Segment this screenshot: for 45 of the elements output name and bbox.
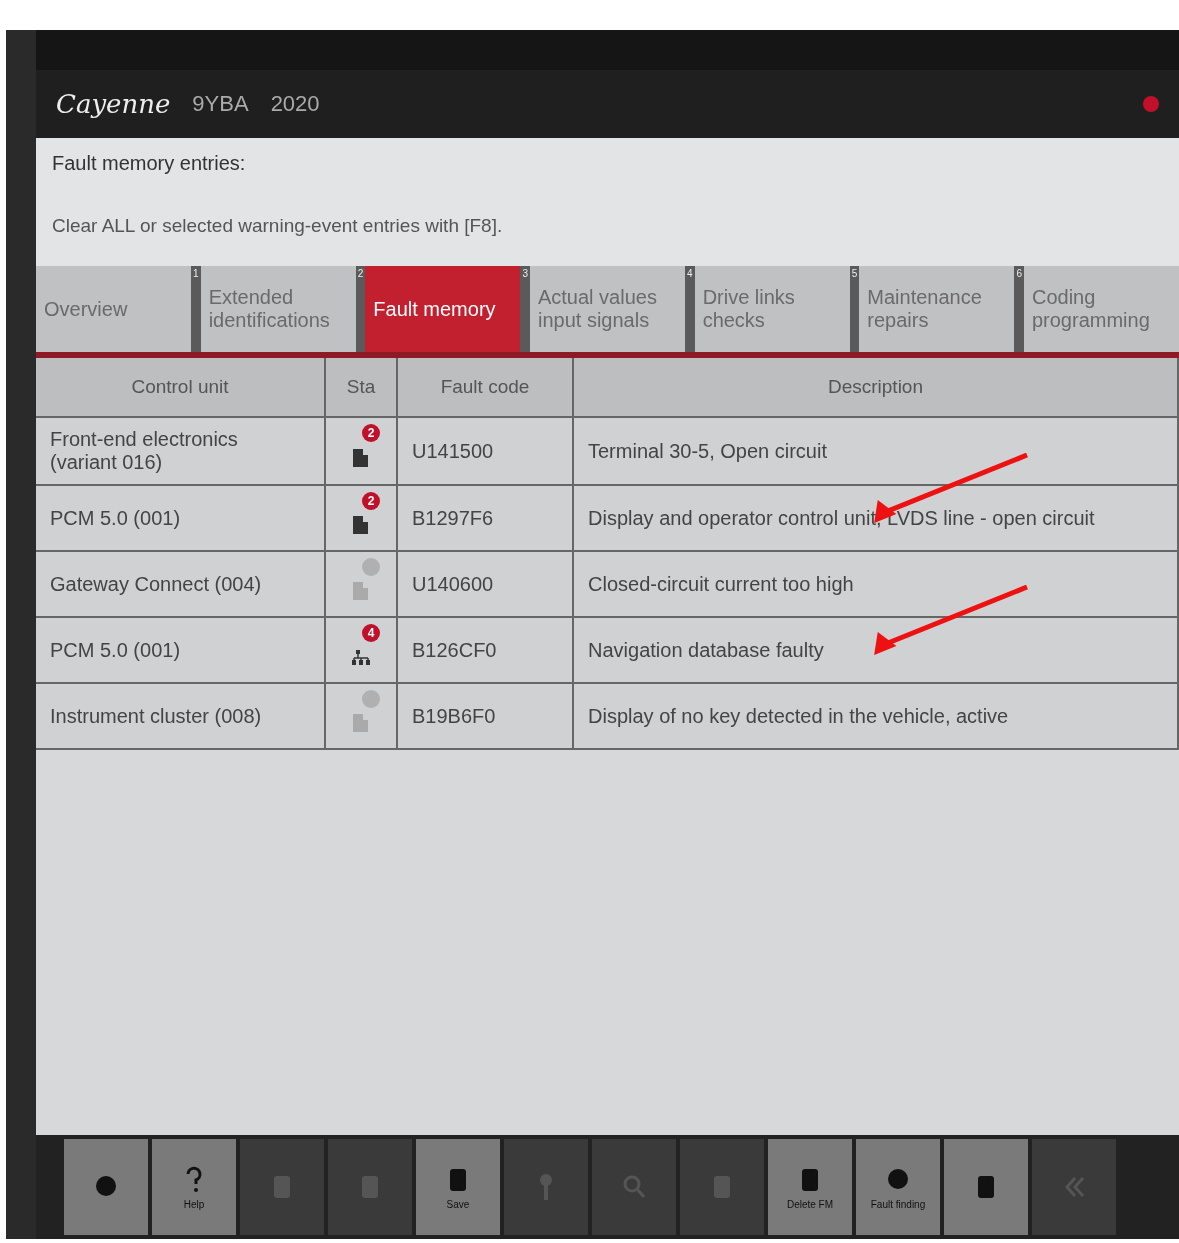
tab[interactable]: Drive links checks xyxy=(694,266,850,352)
column-header: Description xyxy=(574,358,1179,416)
table-cell: U140600 xyxy=(398,552,574,616)
table-cell: Front-end electronics (variant 016) xyxy=(36,418,326,484)
tab[interactable]: Fault memory xyxy=(365,266,521,352)
info-hint: Clear ALL or selected warning-event entries with [F8]. xyxy=(52,215,504,237)
table-cell: Terminal 30-5, Open circuit xyxy=(574,418,1179,484)
toolbar-button[interactable]: Fault finding xyxy=(856,1139,940,1235)
fault-count-badge: 2 xyxy=(362,492,380,510)
status-icon xyxy=(1143,96,1159,112)
table-cell: Gateway Connect (004) xyxy=(36,552,326,616)
column-header: Fault code xyxy=(398,358,574,416)
table-cell: PCM 5.0 (001) xyxy=(36,618,326,682)
column-header: Sta xyxy=(326,358,398,416)
table-row[interactable]: Front-end electronics (variant 016) 2 U141500 Terminal 30-5, Open circuit xyxy=(36,418,1179,486)
table-cell: Closed-circuit current too high xyxy=(574,552,1179,616)
table-cell: B126CF0 xyxy=(398,618,574,682)
table-cell: Display of no key detected in the vehicle, active xyxy=(574,684,1179,748)
table-cell: B19B6F0 xyxy=(398,684,574,748)
fault-count-badge xyxy=(362,690,380,708)
table-row[interactable]: PCM 5.0 (001) 4 B126CF0 Navigation database faulty xyxy=(36,618,1179,684)
table-row[interactable]: Gateway Connect (004) U140600 Closed-circuit current too high xyxy=(36,552,1179,618)
info-title: Fault memory entries: xyxy=(52,152,247,175)
fault-count-badge: 4 xyxy=(362,624,380,642)
toolbar-button[interactable]: Help xyxy=(152,1139,236,1235)
fault-count-badge: 2 xyxy=(362,424,380,442)
tab[interactable]: Extended identifications xyxy=(200,266,356,352)
column-header: Control unit xyxy=(36,358,326,416)
type-code: 9YBA xyxy=(192,91,249,117)
table-cell: PCM 5.0 (001) xyxy=(36,486,326,550)
table-cell: B1297F6 xyxy=(398,486,574,550)
table-cell: Instrument cluster (008) xyxy=(36,684,326,748)
toolbar-button[interactable]: Save xyxy=(416,1139,500,1235)
table-cell: U141500 xyxy=(398,418,574,484)
toolbar-button[interactable]: Delete FM xyxy=(768,1139,852,1235)
tab[interactable]: Coding programming xyxy=(1023,266,1179,352)
tab[interactable]: Maintenance repairs xyxy=(859,266,1015,352)
fault-count-badge xyxy=(362,558,380,576)
toolbar-button[interactable] xyxy=(944,1139,1028,1235)
table-row[interactable]: Instrument cluster (008) B19B6F0 Display of no key detected in the vehicle, active xyxy=(36,684,1179,750)
tab[interactable]: Actual values input signals xyxy=(529,266,686,352)
model-logo: Cayenne xyxy=(56,89,171,119)
tab[interactable]: Overview xyxy=(36,266,192,352)
toolbar-button[interactable] xyxy=(64,1139,148,1235)
model-year: 2020 xyxy=(270,91,320,117)
